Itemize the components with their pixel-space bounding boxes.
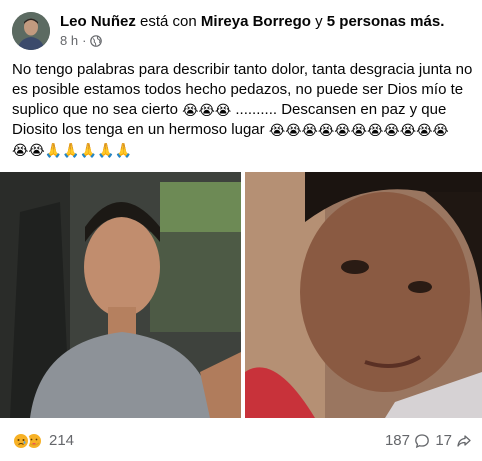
avatar-image [12, 12, 50, 50]
connector-text: y [315, 13, 323, 30]
post-meta: 8 h · [60, 33, 103, 48]
tagged-person-link[interactable]: Mireya Borrego [201, 13, 311, 30]
body-text: suplico que no sea cierto [12, 101, 178, 118]
crying-emoji: 😭 [334, 122, 351, 138]
sad-reaction-icon [12, 432, 30, 450]
post-body: No tengo palabras para describir tanto d… [12, 60, 474, 160]
crying-emoji: 😭 [268, 122, 286, 138]
post-time-link[interactable]: 8 h [60, 33, 78, 48]
praying-hands-emoji: 🙏 [62, 142, 80, 158]
meta-separator: · [82, 33, 87, 48]
crying-emoji: 😭 [432, 122, 449, 138]
share-arrow-icon [457, 435, 471, 447]
comment-count: 187 [384, 432, 410, 449]
body-line: es posible estamos todos hecho pedazos, … [12, 81, 464, 98]
share-count: 17 [435, 432, 452, 449]
crying-emoji: 😭 [399, 122, 417, 138]
crying-emoji: 😭 [416, 122, 433, 138]
crying-emoji: 😭 [28, 142, 45, 158]
crying-emoji: 😭 [198, 102, 215, 118]
post-headline: Leo Nuñez está con Mireya Borrego y 5 pe… [60, 13, 444, 31]
crying-emoji: 😭 [285, 122, 302, 138]
crying-emoji: 😭 [12, 142, 29, 158]
comments-count-button[interactable]: 187 [385, 432, 430, 450]
young-man-photo [245, 172, 482, 418]
photo-right[interactable] [245, 172, 482, 418]
reaction-count: 214 [49, 432, 75, 449]
body-line: suplico que no sea cierto 😭😭😭 ..........… [12, 100, 474, 120]
crying-emoji: 😭 [383, 122, 400, 138]
with-text: está con [140, 13, 197, 30]
globe-icon[interactable] [90, 34, 103, 47]
body-line: No tengo palabras para describir tanto d… [12, 61, 473, 78]
body-line: 😭😭🙏🙏🙏🙏🙏 [12, 140, 474, 160]
others-link[interactable]: 5 personas más. [327, 13, 445, 30]
crying-emoji: 😭 [317, 122, 335, 138]
crying-emoji: 😭 [366, 122, 384, 138]
shares-count-button[interactable]: 17 [435, 432, 472, 450]
body-line: Diosito los tenga en un hermoso lugar 😭😭… [12, 120, 474, 140]
crying-emoji: 😭 [350, 122, 367, 138]
man-in-car-photo [0, 172, 241, 418]
photo-grid [0, 172, 482, 418]
crying-emoji: 😭 [301, 122, 318, 138]
body-text: .......... Descansen en paz y que [235, 101, 447, 118]
reactions-summary[interactable]: 214 [12, 432, 74, 450]
body-text: Diosito los tenga en un hermoso lugar [12, 121, 265, 138]
author-avatar[interactable] [12, 12, 50, 50]
praying-hands-emoji: 🙏 [79, 142, 98, 158]
photo-left[interactable] [0, 172, 241, 418]
comment-bubble-icon [415, 434, 429, 449]
praying-hands-emoji: 🙏 [97, 142, 115, 158]
post-footer: 214 187 17 [12, 430, 472, 454]
crying-emoji: 😭 [214, 102, 232, 118]
post-header: Leo Nuñez está con Mireya Borrego y 5 pe… [12, 12, 472, 54]
author-name-link[interactable]: Leo Nuñez [60, 13, 136, 30]
crying-emoji: 😭 [182, 102, 199, 118]
praying-hands-emoji: 🙏 [114, 142, 132, 158]
praying-hands-emoji: 🙏 [44, 142, 63, 158]
